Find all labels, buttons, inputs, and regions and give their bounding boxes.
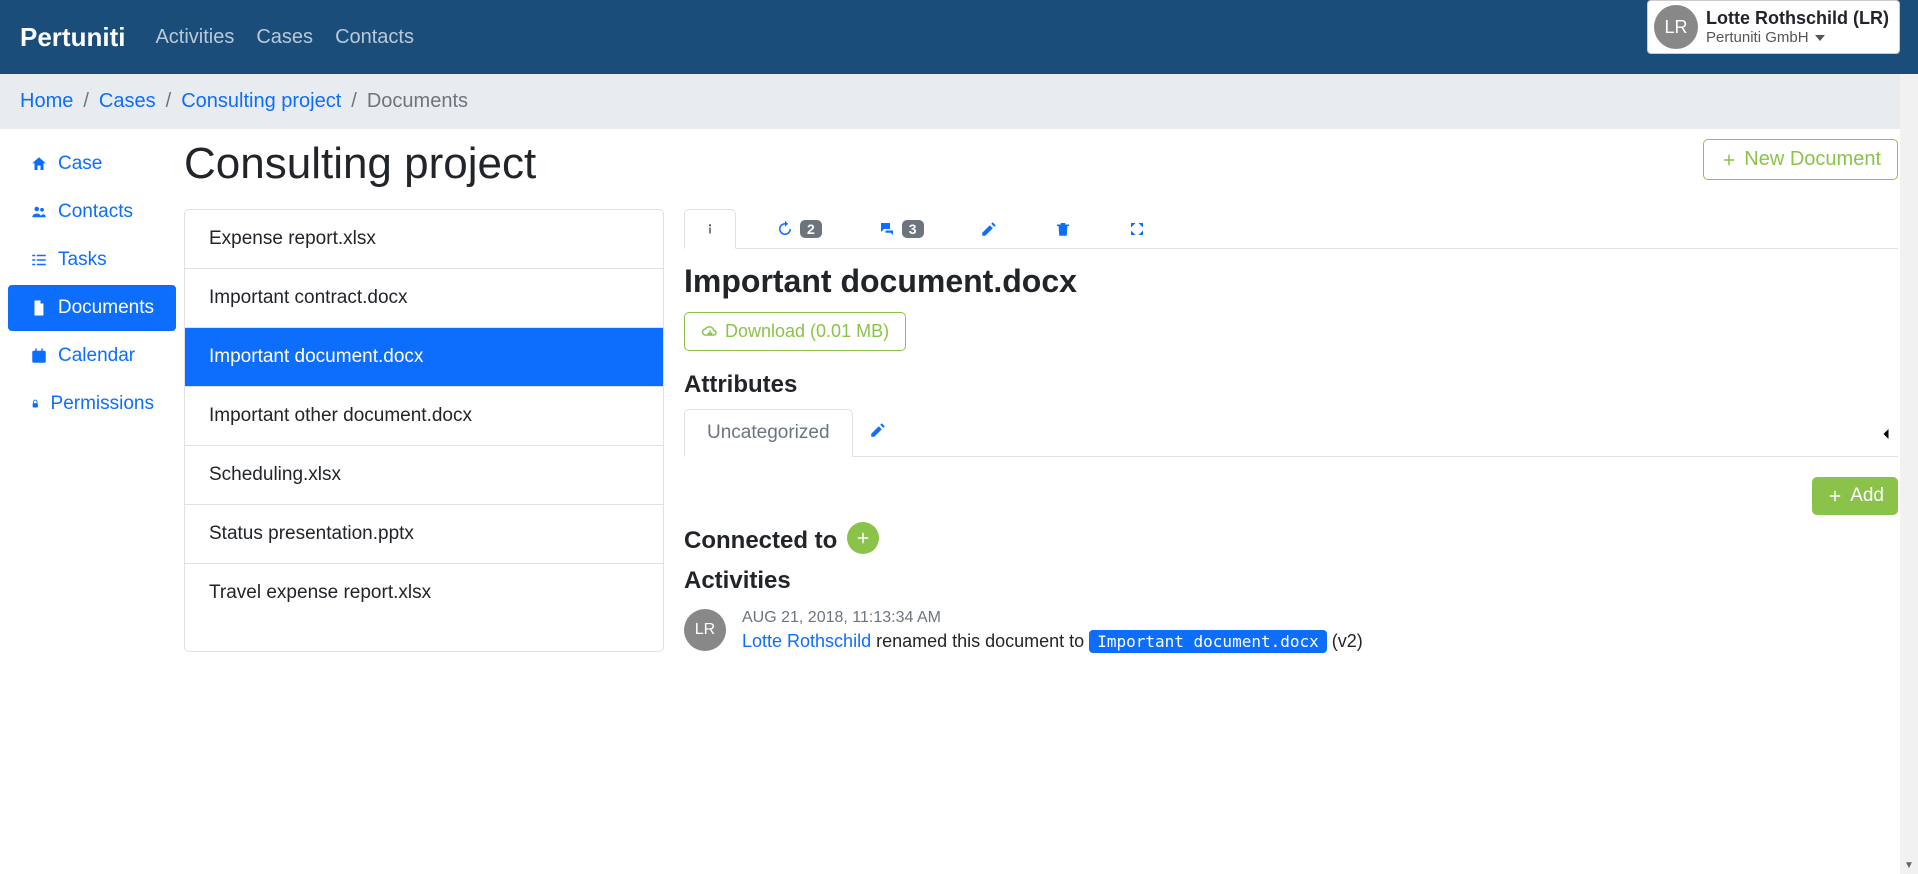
document-list-item[interactable]: Travel expense report.xlsx	[185, 564, 663, 622]
pencil-icon	[869, 421, 887, 439]
document-icon	[30, 299, 48, 317]
avatar: LR	[1654, 5, 1698, 49]
attributes-tabs: Uncategorized	[684, 409, 1898, 457]
nav-links: Activities Cases Contacts	[155, 26, 414, 49]
expand-icon	[1128, 220, 1146, 238]
crumb-sep: /	[83, 90, 89, 113]
breadcrumb: Home / Cases / Consulting project / Docu…	[0, 74, 1918, 129]
sidebar-item-label: Case	[58, 153, 102, 175]
document-list-item[interactable]: Scheduling.xlsx	[185, 446, 663, 505]
comments-icon	[878, 220, 896, 238]
tab-history[interactable]: 2	[760, 210, 838, 248]
sidebar-item-calendar[interactable]: Calendar	[8, 333, 176, 379]
lock-icon	[30, 395, 41, 413]
history-badge: 2	[800, 220, 822, 238]
document-list-item[interactable]: Important other document.docx	[185, 387, 663, 446]
tab-edit[interactable]	[964, 210, 1014, 248]
add-connection-button[interactable]	[847, 522, 879, 554]
sidebar-item-permissions[interactable]: Permissions	[8, 381, 176, 427]
activity-line: Lotte Rothschild renamed this document t…	[742, 631, 1363, 652]
document-list-item[interactable]: Status presentation.pptx	[185, 505, 663, 564]
os-scrollbar[interactable]: ▲ ▼	[1900, 0, 1918, 874]
activity-version: (v2)	[1327, 631, 1363, 651]
tab-expand[interactable]	[1112, 210, 1162, 248]
users-icon	[30, 203, 48, 221]
tab-comments[interactable]: 3	[862, 210, 940, 248]
crumb-project[interactable]: Consulting project	[181, 90, 341, 113]
activity-filename-badge: Important document.docx	[1089, 630, 1327, 653]
crumb-sep: /	[351, 90, 357, 113]
scroll-down-arrow[interactable]: ▼	[1900, 856, 1918, 874]
collapse-panel-chevron-icon[interactable]	[1876, 424, 1896, 450]
sidebar-item-label: Tasks	[58, 249, 107, 271]
home-icon	[30, 155, 48, 173]
comments-badge: 3	[902, 220, 924, 238]
sidebar-item-label: Calendar	[58, 345, 135, 367]
detail-tab-bar: 2 3	[684, 209, 1898, 249]
tab-info[interactable]	[684, 209, 736, 249]
user-org: Pertuniti GmbH	[1706, 29, 1889, 46]
document-list-item[interactable]: Expense report.xlsx	[185, 210, 663, 269]
user-meta: Lotte Rothschild (LR) Pertuniti GmbH	[1706, 8, 1889, 46]
activities-heading: Activities	[684, 567, 1898, 595]
document-list: Expense report.xlsxImportant contract.do…	[184, 209, 664, 652]
sidebar-item-case[interactable]: Case	[8, 141, 176, 187]
top-navbar: Pertuniti Activities Cases Contacts LR L…	[0, 0, 1918, 74]
document-title: Important document.docx	[684, 263, 1898, 300]
attributes-heading: Attributes	[684, 371, 1898, 399]
nav-activities[interactable]: Activities	[155, 26, 234, 49]
avatar: LR	[684, 609, 726, 651]
crumb-sep: /	[166, 90, 172, 113]
connected-heading: Connected to	[684, 527, 837, 555]
crumb-cases[interactable]: Cases	[99, 90, 156, 113]
history-icon	[776, 220, 794, 238]
page-title: Consulting project	[184, 139, 536, 189]
sidebar-item-tasks[interactable]: Tasks	[8, 237, 176, 283]
plus-icon	[1720, 151, 1738, 169]
add-attribute-button[interactable]: Add	[1812, 477, 1898, 515]
list-icon	[30, 251, 48, 269]
sidebar-item-contacts[interactable]: Contacts	[8, 189, 176, 235]
new-document-label: New Document	[1744, 148, 1881, 171]
attributes-tab-uncategorized[interactable]: Uncategorized	[684, 409, 853, 457]
crumb-current: Documents	[367, 90, 468, 113]
download-label: Download (0.01 MB)	[725, 321, 889, 342]
info-icon	[701, 220, 719, 238]
nav-cases[interactable]: Cases	[256, 26, 313, 49]
tab-delete[interactable]	[1038, 210, 1088, 248]
activity-timestamp: AUG 21, 2018, 11:13:34 AM	[742, 609, 1363, 627]
sidebar-item-documents[interactable]: Documents	[8, 285, 176, 331]
brand-logo[interactable]: Pertuniti	[20, 22, 125, 53]
sidebar-item-label: Contacts	[58, 201, 133, 223]
document-detail: 2 3 Important docum	[684, 209, 1898, 652]
user-name: Lotte Rothschild (LR)	[1706, 8, 1889, 29]
download-button[interactable]: Download (0.01 MB)	[684, 312, 906, 351]
sidebar: Case Contacts Tasks Documents Calendar P…	[0, 129, 184, 672]
user-menu[interactable]: LR Lotte Rothschild (LR) Pertuniti GmbH	[1647, 0, 1900, 54]
calendar-icon	[30, 347, 48, 365]
new-document-button[interactable]: New Document	[1703, 139, 1898, 180]
plus-icon	[854, 529, 872, 547]
pencil-icon	[980, 220, 998, 238]
trash-icon	[1054, 220, 1072, 238]
crumb-home[interactable]: Home	[20, 90, 73, 113]
sidebar-item-label: Documents	[58, 297, 154, 319]
edit-attributes-button[interactable]	[869, 421, 887, 444]
nav-contacts[interactable]: Contacts	[335, 26, 414, 49]
sidebar-item-label: Permissions	[51, 393, 154, 415]
plus-icon	[1826, 487, 1844, 505]
document-list-item[interactable]: Important contract.docx	[185, 269, 663, 328]
cloud-download-icon	[701, 323, 719, 341]
caret-down-icon	[1815, 35, 1825, 41]
add-label: Add	[1850, 485, 1884, 507]
activity-text: renamed this document to	[871, 631, 1089, 651]
activity-actor[interactable]: Lotte Rothschild	[742, 631, 871, 651]
document-list-item[interactable]: Important document.docx	[185, 328, 663, 387]
activity-entry: LR AUG 21, 2018, 11:13:34 AM Lotte Roths…	[684, 609, 1898, 652]
user-org-label: Pertuniti GmbH	[1706, 29, 1809, 46]
